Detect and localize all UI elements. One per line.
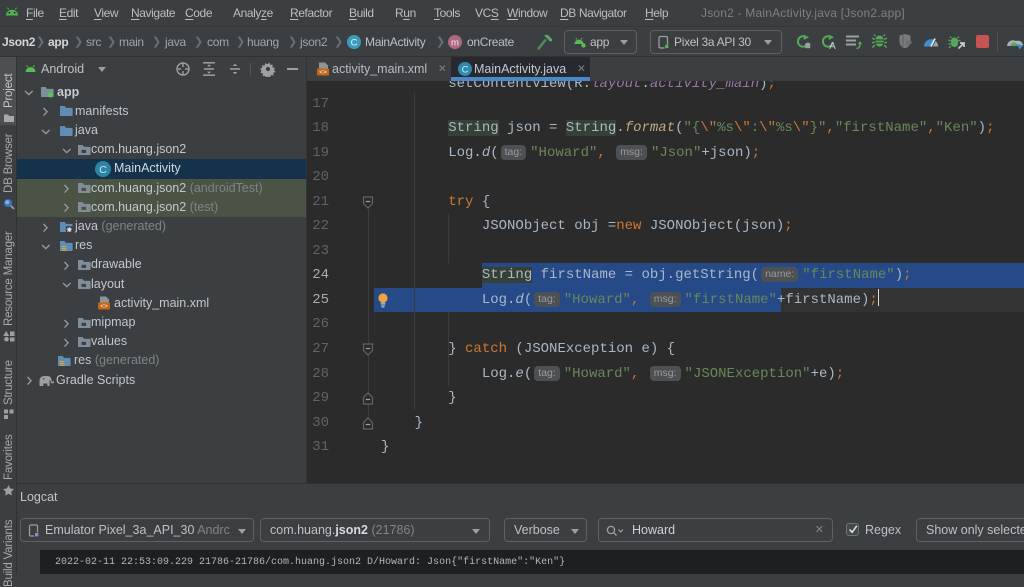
svg-text:C: C <box>351 38 358 49</box>
svg-text:A: A <box>829 41 836 50</box>
svg-text:C: C <box>462 65 469 76</box>
svg-text:<>: <> <box>100 303 108 310</box>
svg-text:<>: <> <box>319 69 327 76</box>
svg-text:m: m <box>451 38 459 49</box>
svg-text:C: C <box>99 164 107 176</box>
